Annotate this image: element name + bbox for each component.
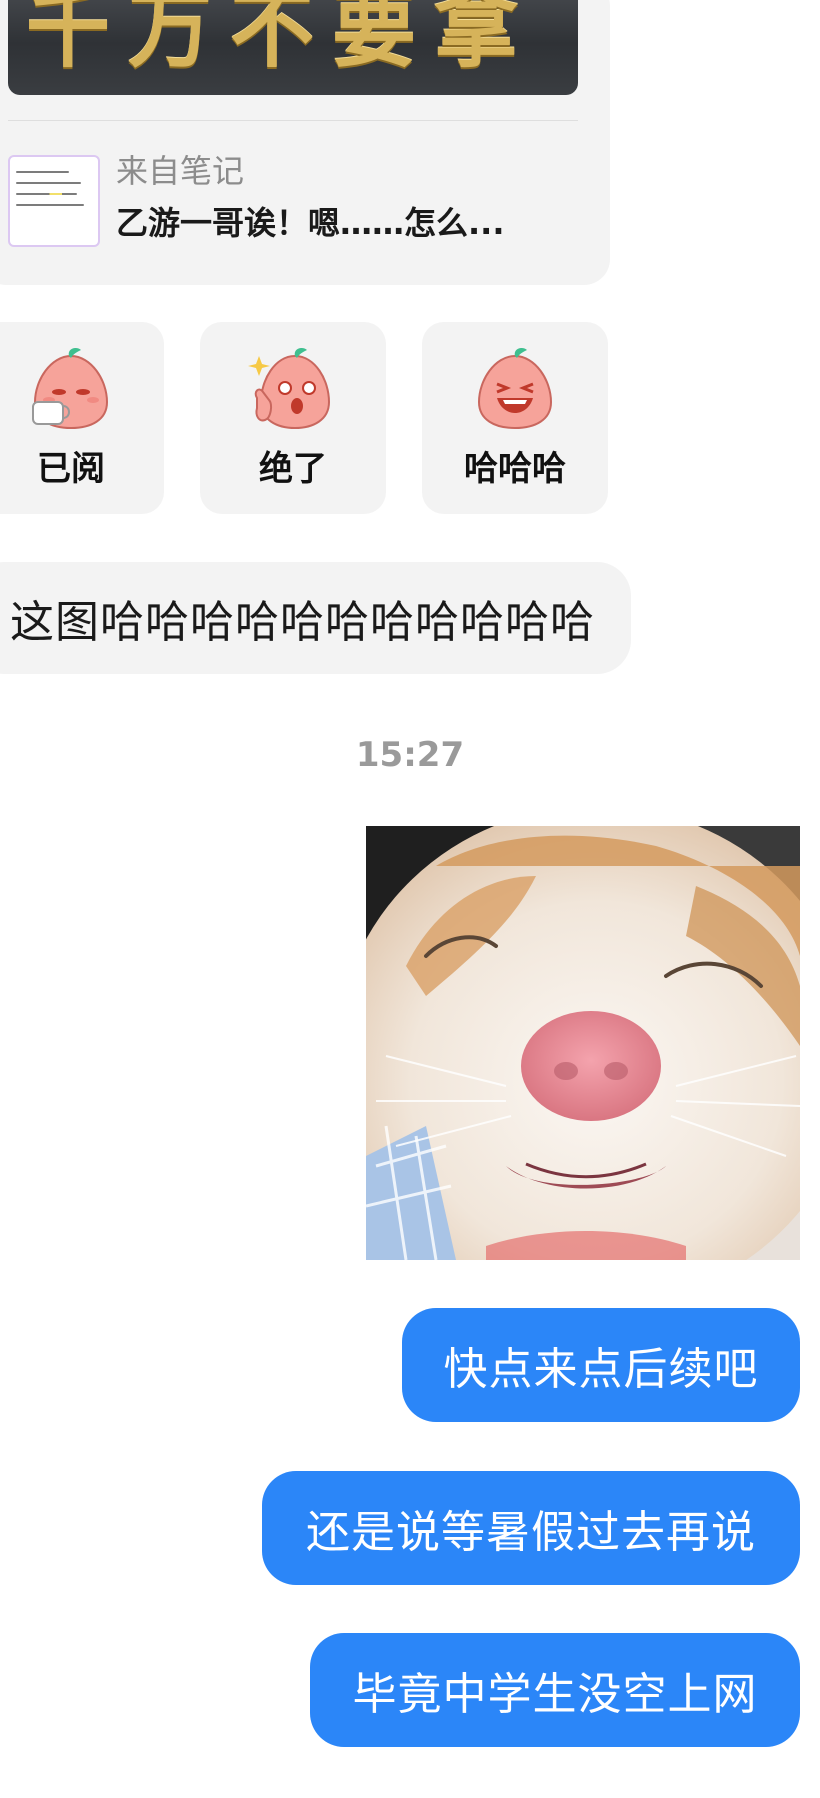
sticker-reply-haha[interactable]: 哈哈哈: [422, 322, 608, 514]
outgoing-message-bubble[interactable]: 还是说等暑假过去再说: [262, 1471, 800, 1585]
outgoing-message-bubble[interactable]: 快点来点后续吧: [402, 1308, 800, 1422]
message-timestamp: 15:27: [355, 735, 465, 775]
note-thumbnail[interactable]: [8, 155, 100, 247]
sticker-label: 哈哈哈: [464, 449, 566, 489]
outgoing-image-message[interactable]: [366, 826, 800, 1260]
outgoing-message-bubble[interactable]: 毕竟中学生没空上网: [310, 1633, 800, 1747]
sticker-label: 绝了: [259, 449, 327, 489]
incoming-message-bubble[interactable]: 这图哈哈哈哈哈哈哈哈哈哈哈: [0, 562, 631, 674]
note-cover-image-text: 千万不要拿: [26, 0, 537, 79]
note-divider: [8, 120, 578, 121]
cat-closeup-photo: [366, 826, 800, 1260]
note-source-label: 来自笔记: [116, 152, 245, 190]
sticker-reply-read[interactable]: 已阅: [0, 322, 164, 514]
note-title: 乙游一哥诶！嗯……怎么...: [116, 204, 505, 242]
incoming-message-text: 这图哈哈哈哈哈哈哈哈哈哈哈: [10, 597, 595, 648]
outgoing-message-text: 还是说等暑假过去再说: [306, 1507, 756, 1558]
outgoing-message-text: 毕竟中学生没空上网: [352, 1669, 758, 1720]
sticker-label: 已阅: [37, 449, 105, 489]
peach-mascot-thumbs-up-icon: [248, 348, 331, 430]
peach-mascot-tea-icon: [32, 348, 109, 430]
note-cover-image[interactable]: 千万不要拿: [8, 0, 578, 95]
shared-note-card[interactable]: 千万不要拿 来自笔记 乙游一哥诶！嗯……怎么...: [0, 0, 610, 285]
sticker-reply-awesome[interactable]: 绝了: [200, 322, 386, 514]
outgoing-message-text: 快点来点后续吧: [443, 1344, 759, 1395]
peach-mascot-laughing-icon: [477, 348, 553, 430]
